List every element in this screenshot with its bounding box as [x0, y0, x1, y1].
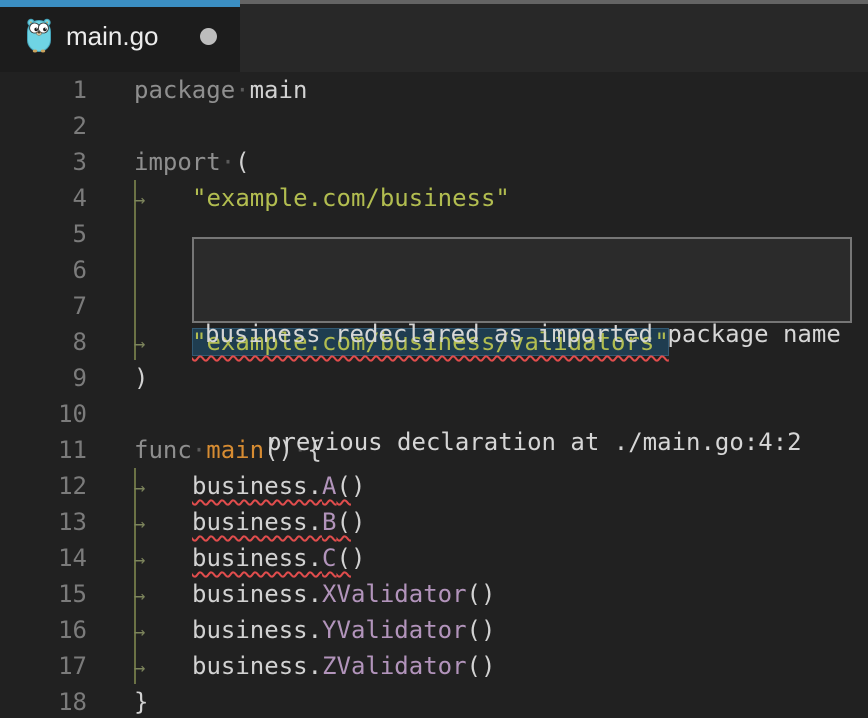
line-number[interactable]: 6	[0, 252, 87, 288]
token-member: YValidator	[322, 616, 467, 644]
token-plain: business.	[192, 652, 323, 680]
line-content: → business.XValidator()	[134, 576, 495, 612]
token-member: C	[322, 544, 337, 572]
tab-whitespace: →	[134, 612, 192, 650]
tab-arrow-icon: →	[134, 477, 146, 499]
code-line-16[interactable]: 16 → business.YValidator()	[0, 612, 868, 648]
tab-title: main.go	[66, 20, 159, 51]
tab-arrow-icon: →	[134, 621, 146, 643]
line-number[interactable]: 1	[0, 72, 87, 108]
line-number[interactable]: 11	[0, 432, 87, 468]
line-content: import·(	[134, 144, 250, 180]
token-plain: ()	[466, 580, 496, 608]
error-squiggle-span: business.C(	[192, 544, 351, 572]
token-ws: ·	[235, 76, 250, 104]
tab-whitespace: →	[134, 504, 192, 542]
line-number[interactable]: 7	[0, 288, 87, 324]
token-plain: (	[235, 148, 250, 176]
go-gopher-icon	[27, 18, 51, 53]
error-detail-line: previous declaration at ./main.go:4:2	[267, 428, 802, 456]
window-top-edge	[240, 0, 868, 4]
code-line-18[interactable]: 18}	[0, 684, 868, 718]
tab-arrow-icon: →	[134, 585, 146, 607]
line-content: )	[134, 360, 148, 396]
token-kw: import	[134, 148, 221, 176]
token-plain: )	[134, 364, 149, 392]
tab-arrow-icon: →	[134, 549, 146, 571]
code-editor-area[interactable]: 1 package·main 2 3 import·(4 → "example.com/bu…	[0, 72, 868, 718]
line-number[interactable]: 8	[0, 324, 87, 360]
code-line-2[interactable]: 2	[0, 108, 868, 144]
code-line-1[interactable]: 1 package·main	[0, 72, 868, 108]
line-content: → "example.com/business"	[134, 180, 510, 216]
code-line-3[interactable]: 3 import·(	[0, 144, 868, 180]
tab-whitespace: →	[134, 576, 192, 614]
code-line-15[interactable]: 15 → business.XValidator()	[0, 576, 868, 612]
token-str: "example.com/business"	[192, 184, 510, 212]
token-plain: business.	[192, 580, 323, 608]
token-plain: business.	[192, 544, 323, 572]
line-content: → business.C()	[134, 540, 365, 576]
tab-main-go[interactable]: main.go	[0, 0, 240, 72]
line-content: package·main	[134, 72, 307, 108]
editor-tab-bar: main.go	[0, 0, 868, 72]
code-line-17[interactable]: 17 → business.ZValidator()	[0, 648, 868, 684]
line-content: → business.YValidator()	[134, 612, 495, 648]
token-plain: }	[134, 688, 149, 716]
token-member: ZValidator	[322, 652, 467, 680]
token-plain: ()	[466, 652, 496, 680]
error-hover-tooltip: business redeclared as imported package …	[192, 237, 852, 456]
tab-whitespace: →	[134, 180, 192, 218]
token-kw: func	[134, 436, 192, 464]
token-plain: (	[336, 544, 351, 572]
active-tab-accent-bar	[0, 0, 240, 7]
line-number[interactable]: 10	[0, 396, 87, 432]
code-editor-window: main.go 1 package·main 2 3 import·(4 → "exampl…	[0, 0, 868, 718]
line-number[interactable]: 13	[0, 504, 87, 540]
line-number[interactable]: 3	[0, 144, 87, 180]
token-plain: )	[350, 544, 366, 572]
line-number[interactable]: 5	[0, 216, 87, 252]
tab-arrow-icon: →	[134, 657, 146, 679]
line-number[interactable]: 17	[0, 648, 87, 684]
tab-arrow-icon: →	[134, 513, 146, 535]
line-number[interactable]: 15	[0, 576, 87, 612]
line-content: → business.ZValidator()	[134, 648, 495, 684]
tab-whitespace: →	[134, 324, 192, 362]
tab-whitespace: →	[134, 648, 192, 686]
unsaved-changes-dot[interactable]	[200, 27, 217, 45]
line-number[interactable]: 2	[0, 108, 87, 144]
token-ws: ·	[220, 148, 236, 176]
line-number[interactable]: 9	[0, 360, 87, 396]
tab-whitespace: →	[134, 540, 192, 578]
line-number[interactable]: 4	[0, 180, 87, 216]
token-plain: business.	[192, 616, 323, 644]
code-line-14[interactable]: 14 → business.C()	[0, 540, 868, 576]
tab-arrow-icon: →	[134, 333, 146, 355]
token-member: XValidator	[322, 580, 467, 608]
line-number[interactable]: 16	[0, 612, 87, 648]
line-number[interactable]: 14	[0, 540, 87, 576]
line-number[interactable]: 18	[0, 684, 87, 718]
code-line-4[interactable]: 4 → "example.com/business"	[0, 180, 868, 216]
tab-arrow-icon: →	[134, 189, 146, 211]
line-number[interactable]: 12	[0, 468, 87, 504]
token-kw: package	[134, 76, 236, 104]
token-plain: main	[249, 76, 308, 104]
error-message-line: business redeclared as imported package …	[205, 320, 841, 348]
line-content: }	[134, 684, 148, 718]
tab-whitespace: →	[134, 468, 192, 506]
token-plain: ()	[466, 616, 496, 644]
